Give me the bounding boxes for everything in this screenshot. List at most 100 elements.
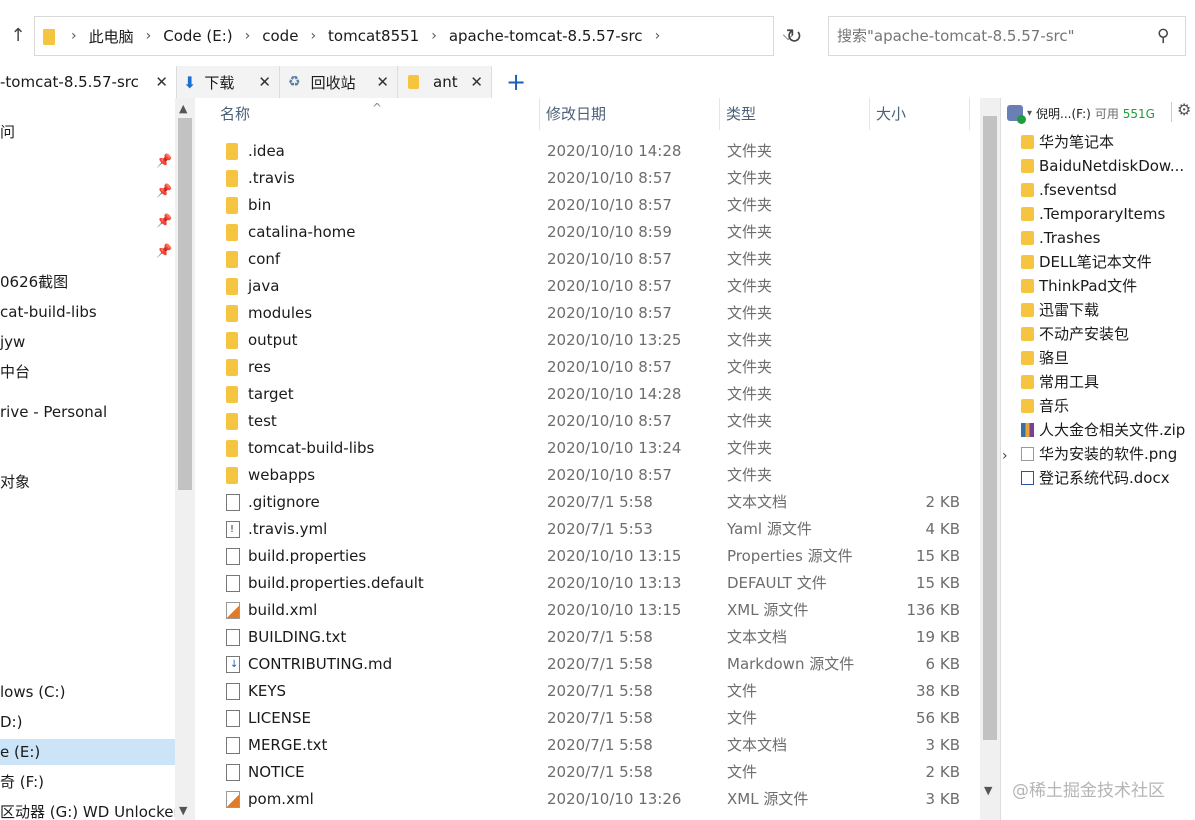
folder-icon	[226, 224, 238, 241]
file-name: modules	[248, 304, 313, 322]
close-icon[interactable]: ✕	[155, 73, 168, 91]
nav-item[interactable]: 0626截图	[0, 269, 68, 295]
nav-item-drive-g[interactable]: 区动器 (G:) WD Unlocker	[0, 799, 175, 820]
table-row[interactable]: res 2020/10/10 8:57 文件夹	[200, 354, 980, 381]
table-row[interactable]: LICENSE 2020/7/1 5:58 文件 56 KB	[200, 705, 980, 732]
table-row[interactable]: modules 2020/10/10 8:57 文件夹	[200, 300, 980, 327]
file-type: 文件夹	[727, 385, 773, 403]
table-row[interactable]: ↓ CONTRIBUTING.md 2020/7/1 5:58 Markdown 源文…	[200, 651, 980, 678]
list-item-label: .Trashes	[1039, 229, 1101, 247]
table-row[interactable]: .travis 2020/10/10 8:57 文件夹	[200, 165, 980, 192]
document-icon	[226, 683, 240, 700]
tab-recycle-bin[interactable]: ♻ 回收站 ✕	[280, 66, 398, 98]
table-row[interactable]: tomcat-build-libs 2020/10/10 13:24 文件夹	[200, 435, 980, 462]
file-type: 文件夹	[727, 466, 773, 484]
scrollbar-thumb[interactable]	[983, 116, 997, 740]
chevron-right-icon[interactable]: ›	[304, 28, 322, 44]
table-row[interactable]: catalina-home 2020/10/10 8:59 文件夹	[200, 219, 980, 246]
file-size	[880, 246, 960, 273]
breadcrumb-code-drive[interactable]: Code (E:)	[157, 27, 238, 45]
table-row[interactable]: build.xml 2020/10/10 13:15 XML 源文件 136 KB	[200, 597, 980, 624]
chevron-right-icon[interactable]: ›	[649, 28, 667, 44]
xml-file-icon	[226, 602, 240, 619]
nav-item-onedrive[interactable]: rive - Personal	[0, 399, 107, 425]
breadcrumb-current[interactable]: apache-tomcat-8.5.57-src	[443, 27, 649, 45]
table-row[interactable]: ! .travis.yml 2020/7/1 5:53 Yaml 源文件 4 KB	[200, 516, 980, 543]
breadcrumb-code[interactable]: code	[256, 27, 304, 45]
nav-item[interactable]: jyw	[0, 329, 25, 355]
file-size	[880, 219, 960, 246]
nav-item-drive-e[interactable]: e (E:)	[0, 739, 175, 765]
list-item-label: 音乐	[1039, 397, 1070, 415]
nav-item-drive-f[interactable]: 奇 (F:)	[0, 769, 44, 795]
tab-tomcat-src[interactable]: -tomcat-8.5.57-src ✕	[0, 66, 177, 98]
table-row[interactable]: NOTICE 2020/7/1 5:58 文件 2 KB	[200, 759, 980, 786]
up-arrow-icon[interactable]: ↑	[6, 24, 30, 48]
file-name: .travis.yml	[248, 520, 328, 538]
table-row[interactable]: test 2020/10/10 8:57 文件夹	[200, 408, 980, 435]
file-list-scrollbar[interactable]: ▼	[980, 98, 1000, 820]
file-name: NOTICE	[248, 763, 305, 781]
chevron-right-icon[interactable]: ›	[425, 28, 443, 44]
file-size: 2 KB	[925, 763, 960, 781]
nav-item[interactable]: 中台	[0, 359, 30, 385]
folder-icon	[1021, 231, 1034, 245]
table-row[interactable]: bin 2020/10/10 8:57 文件夹	[200, 192, 980, 219]
column-header-name[interactable]: 名称 ^	[200, 98, 540, 130]
list-item-label: ThinkPad文件	[1039, 277, 1138, 295]
table-row[interactable]: pom.xml 2020/10/10 13:26 XML 源文件 3 KB	[200, 786, 980, 813]
nav-item[interactable]: cat-build-libs	[0, 299, 97, 325]
chevron-right-icon[interactable]: ›	[239, 28, 257, 44]
table-row[interactable]: MERGE.txt 2020/7/1 5:58 文本文档 3 KB	[200, 732, 980, 759]
refresh-icon[interactable]: ↻	[780, 22, 808, 50]
close-icon[interactable]: ✕	[258, 73, 271, 91]
table-row[interactable]: .idea 2020/10/10 14:28 文件夹	[200, 138, 980, 165]
search-box[interactable]: ⚲	[828, 16, 1186, 56]
folder-icon	[1021, 399, 1034, 413]
table-row[interactable]: target 2020/10/10 14:28 文件夹	[200, 381, 980, 408]
table-row[interactable]: conf 2020/10/10 8:57 文件夹	[200, 246, 980, 273]
chevron-down-icon[interactable]: ▾	[1027, 108, 1032, 119]
nav-item[interactable]: 问	[0, 119, 15, 145]
file-date: 2020/7/1 5:58	[547, 628, 653, 646]
new-tab-plus-icon[interactable]: +	[504, 68, 528, 96]
chevron-right-icon[interactable]: ›	[1002, 448, 1008, 464]
document-icon	[226, 764, 240, 781]
close-icon[interactable]: ✕	[470, 73, 483, 91]
column-header-type[interactable]: 类型	[720, 98, 870, 130]
drive-header[interactable]: ▾ 倪明...(F:) 可用 551G	[1007, 102, 1192, 124]
table-row[interactable]: build.properties.default 2020/10/10 13:13…	[200, 570, 980, 597]
folder-icon	[226, 386, 238, 403]
scroll-down-icon[interactable]: ▼	[179, 804, 187, 817]
table-row[interactable]: java 2020/10/10 8:57 文件夹	[200, 273, 980, 300]
table-row[interactable]: build.properties 2020/10/10 13:15 Properti…	[200, 543, 980, 570]
table-row[interactable]: .gitignore 2020/7/1 5:58 文本文档 2 KB	[200, 489, 980, 516]
address-bar[interactable]: › 此电脑 › Code (E:) › code › tomcat8551 › …	[34, 16, 793, 56]
file-size	[880, 327, 960, 354]
chevron-right-icon[interactable]: ›	[140, 28, 158, 44]
scroll-down-icon[interactable]: ▼	[984, 784, 992, 797]
search-icon[interactable]: ⚲	[1157, 26, 1177, 46]
table-row[interactable]: output 2020/10/10 13:25 文件夹	[200, 327, 980, 354]
scrollbar-thumb[interactable]	[178, 118, 192, 490]
folder-icon	[1021, 327, 1034, 341]
breadcrumb-this-pc[interactable]: 此电脑	[83, 26, 140, 47]
column-header-date[interactable]: 修改日期	[540, 98, 720, 130]
gear-icon[interactable]: ⚙	[1177, 100, 1191, 119]
scroll-up-icon[interactable]: ▲	[179, 102, 187, 115]
free-space: 可用 551G	[1095, 105, 1155, 122]
tab-downloads[interactable]: ⬇ 下载 ✕	[177, 66, 280, 98]
nav-scrollbar[interactable]: ▲ ▼	[175, 98, 195, 820]
table-row[interactable]: webapps 2020/10/10 8:57 文件夹	[200, 462, 980, 489]
search-input[interactable]	[837, 25, 1147, 47]
close-icon[interactable]: ✕	[376, 73, 389, 91]
tab-ant[interactable]: ant ✕	[398, 66, 492, 98]
nav-item-3d-objects[interactable]: 对象	[0, 469, 30, 495]
column-header-size[interactable]: 大小	[870, 98, 970, 130]
nav-item-drive-d[interactable]: D:)	[0, 709, 22, 735]
table-row[interactable]: BUILDING.txt 2020/7/1 5:58 文本文档 19 KB	[200, 624, 980, 651]
breadcrumb-tomcat8551[interactable]: tomcat8551	[322, 27, 425, 45]
nav-item-drive-c[interactable]: lows (C:)	[0, 679, 65, 705]
chevron-right-icon[interactable]: ›	[65, 28, 83, 44]
table-row[interactable]: KEYS 2020/7/1 5:58 文件 38 KB	[200, 678, 980, 705]
